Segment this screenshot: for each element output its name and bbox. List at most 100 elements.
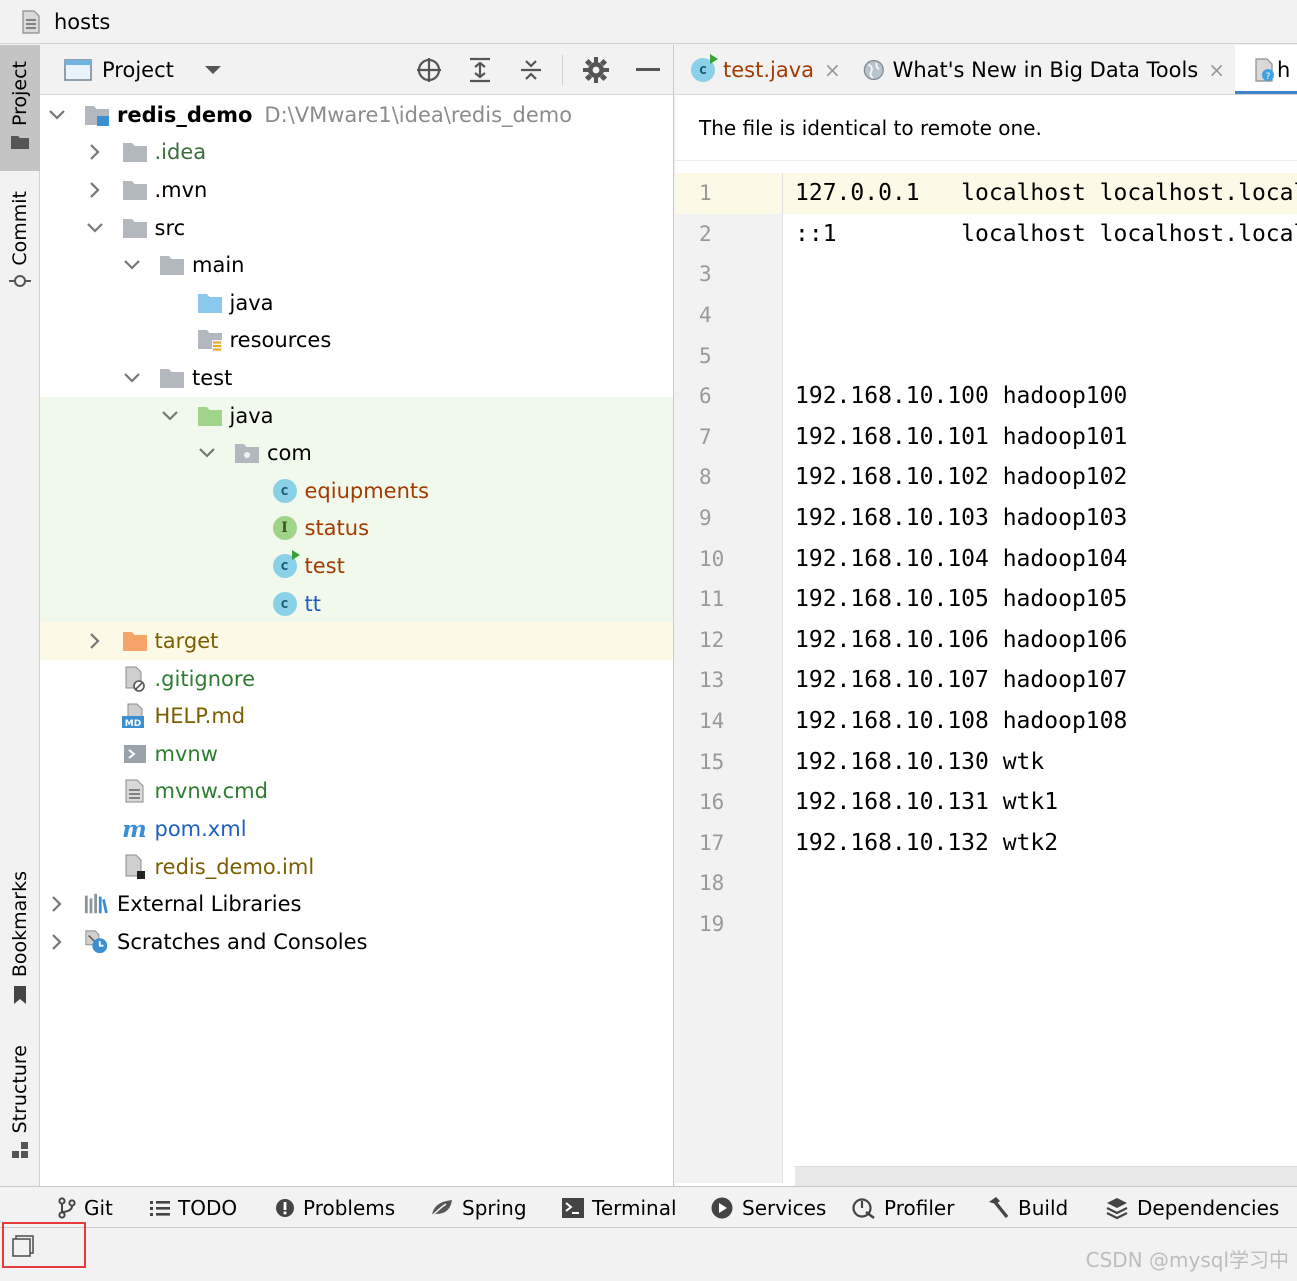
tool-spring[interactable]: Spring <box>430 1187 527 1229</box>
tree-item-tt[interactable]: c tt <box>40 584 673 623</box>
tree-item-eqiupments[interactable]: c eqiupments <box>40 471 673 510</box>
code-line[interactable]: 127.0.0.1 localhost localhost.localdomai… <box>783 173 1297 214</box>
tool-label: Profiler <box>884 1196 955 1220</box>
tree-item-pom-xml[interactable]: m pom.xml <box>40 810 673 848</box>
code-line[interactable]: 192.168.10.130 wtk <box>783 741 1297 782</box>
code-line[interactable]: 192.168.10.100 hadoop100 <box>783 376 1297 417</box>
resources-folder-icon <box>197 328 223 353</box>
editor-tab-hosts[interactable]: ? h <box>1235 45 1297 94</box>
tree-item-java[interactable]: java <box>40 396 673 435</box>
tool-profiler[interactable]: Profiler <box>852 1187 954 1229</box>
hide-panel-button[interactable] <box>634 56 662 84</box>
code-line[interactable]: ::1 localhost localhost.localdomain <box>783 214 1297 255</box>
tool-terminal[interactable]: Terminal <box>562 1187 677 1229</box>
tree-item-test[interactable]: test <box>40 359 673 397</box>
code-line[interactable]: 192.168.10.105 hadoop105 <box>783 579 1297 620</box>
remote-compare-banner: The file is identical to remote one. <box>675 95 1297 161</box>
code-line[interactable] <box>783 335 1297 376</box>
tool-services[interactable]: Services <box>710 1187 826 1229</box>
code-line[interactable] <box>783 254 1297 295</box>
editor-tab-test-java[interactable]: c test.java × <box>691 45 849 94</box>
tree-item-src[interactable]: src <box>40 209 673 247</box>
tree-item-target[interactable]: target <box>40 622 673 660</box>
code-line[interactable]: 192.168.10.101 hadoop101 <box>783 417 1297 458</box>
folder-icon <box>159 366 185 390</box>
tool-label: Problems <box>303 1196 396 1220</box>
line-number: 12 <box>699 627 725 652</box>
line-number: 5 <box>699 343 712 368</box>
code-line[interactable] <box>783 295 1297 336</box>
git-branch-icon <box>58 1197 76 1219</box>
folder-icon <box>122 216 148 240</box>
horizontal-scrollbar[interactable] <box>795 1166 1297 1186</box>
tree-item-redis-demo[interactable]: redis_demo D:\VMware1\idea\redis_demo <box>40 96 673 134</box>
code-line[interactable]: 192.168.10.104 hadoop104 <box>783 538 1297 579</box>
code-line[interactable] <box>783 863 1297 904</box>
tree-item-external-libraries[interactable]: External Libraries <box>40 885 673 923</box>
interface-icon: I <box>272 516 298 541</box>
chevron-right-icon[interactable] <box>48 933 66 951</box>
chevron-right-icon[interactable] <box>86 143 104 161</box>
editor-tab-whats-new[interactable]: What's New in Big Data Tools × <box>863 45 1225 94</box>
tool-tab-bookmarks[interactable]: Bookmarks <box>0 871 40 1011</box>
tree-item-help-md[interactable]: MD HELP.md <box>40 698 673 736</box>
iml-file-icon <box>122 854 148 879</box>
chevron-down-icon[interactable] <box>86 219 104 237</box>
tree-item-mvn[interactable]: .mvn <box>40 171 673 209</box>
code-line[interactable]: 192.168.10.103 hadoop103 <box>783 498 1297 539</box>
tool-todo[interactable]: TODO <box>150 1187 237 1229</box>
annotation-highlight-box <box>2 1222 86 1268</box>
commit-icon <box>9 274 31 287</box>
code-line[interactable]: 192.168.10.106 hadoop106 <box>783 620 1297 661</box>
tool-tab-structure[interactable]: Structure <box>0 1045 40 1170</box>
module-path: D:\VMware1\idea\redis_demo <box>264 102 573 127</box>
line-number: 18 <box>699 871 725 896</box>
tree-item-java[interactable]: java <box>40 284 673 322</box>
folder-icon <box>122 178 148 202</box>
locate-file-button[interactable] <box>415 56 443 84</box>
tree-item-test[interactable]: c test <box>40 547 673 585</box>
tree-item-main[interactable]: main <box>40 246 673 284</box>
toolbar-divider <box>562 55 563 85</box>
chevron-right-icon[interactable] <box>48 895 66 913</box>
code-line[interactable]: 192.168.10.132 wtk2 <box>783 823 1297 864</box>
chevron-down-icon[interactable] <box>161 407 179 425</box>
settings-button[interactable] <box>582 56 610 84</box>
chevron-down-icon[interactable] <box>123 256 141 274</box>
excluded-folder-icon <box>122 629 148 653</box>
code-line[interactable]: 192.168.10.131 wtk1 <box>783 782 1297 823</box>
code-line[interactable] <box>783 904 1297 945</box>
tree-item-com[interactable]: com <box>40 434 673 472</box>
tree-item-resources[interactable]: resources <box>40 322 673 360</box>
tool-tab-project[interactable]: Project <box>0 45 40 171</box>
chevron-right-icon[interactable] <box>86 181 104 199</box>
code-line[interactable]: 192.168.10.108 hadoop108 <box>783 701 1297 742</box>
tool-tab-commit[interactable]: Commit <box>0 191 40 311</box>
tree-item-idea[interactable]: .idea <box>40 134 673 172</box>
tree-item-mvnw-cmd[interactable]: mvnw.cmd <box>40 773 673 811</box>
tool-build[interactable]: Build <box>986 1187 1068 1229</box>
tree-item-label: main <box>192 253 245 278</box>
expand-all-button[interactable] <box>466 56 494 84</box>
code-line[interactable]: 192.168.10.107 hadoop107 <box>783 660 1297 701</box>
tree-item-redis-demo-iml[interactable]: redis_demo.iml <box>40 848 673 886</box>
tree-item-gitignore[interactable]: .gitignore <box>40 660 673 698</box>
close-icon[interactable]: × <box>1208 58 1225 82</box>
tree-item-mvnw[interactable]: mvnw <box>40 735 673 773</box>
tree-item-scratches-and-consoles[interactable]: Scratches and Consoles <box>40 923 673 961</box>
collapse-all-button[interactable] <box>517 56 545 84</box>
tool-problems[interactable]: Problems <box>275 1187 395 1229</box>
chevron-down-icon[interactable] <box>198 444 216 462</box>
tool-tab-label: Structure <box>9 1045 31 1134</box>
code-line[interactable]: 192.168.10.102 hadoop102 <box>783 457 1297 498</box>
chevron-right-icon[interactable] <box>86 632 104 650</box>
tool-dependencies[interactable]: Dependencies <box>1105 1187 1279 1229</box>
tree-item-label: .idea <box>154 140 207 165</box>
tree-item-status[interactable]: Istatus <box>40 509 673 548</box>
chevron-down-icon[interactable] <box>48 106 66 124</box>
chevron-down-icon[interactable] <box>123 369 141 387</box>
code-text-area[interactable]: 127.0.0.1 localhost localhost.localdomai… <box>783 173 1297 1183</box>
close-icon[interactable]: × <box>824 58 841 82</box>
chevron-down-icon[interactable] <box>204 64 222 76</box>
folder-icon <box>122 140 148 164</box>
